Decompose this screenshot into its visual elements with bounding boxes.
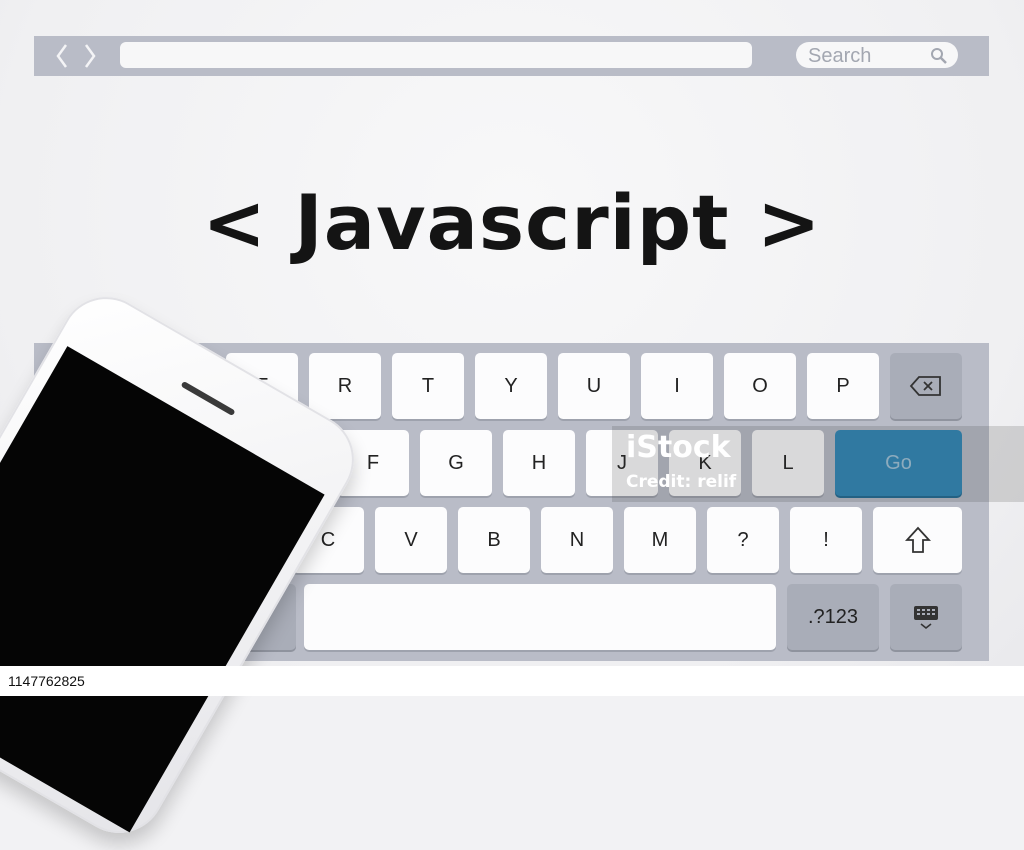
shift-key[interactable] [873,507,962,573]
key-u[interactable]: U [558,353,630,419]
nav-arrows [56,44,96,68]
key-m[interactable]: M [624,507,696,573]
chevron-left-icon[interactable] [56,44,68,68]
key-p[interactable]: P [807,353,879,419]
watermark-logo: iStock [626,430,731,465]
browser-toolbar: Search [34,36,989,76]
space-bar[interactable] [304,584,776,650]
key-question[interactable]: ? [707,507,779,573]
key-i[interactable]: I [641,353,713,419]
image-id-label: 1147762825 [0,666,93,696]
numbers-key[interactable]: .?123 [787,584,879,650]
key-y[interactable]: Y [475,353,547,419]
keyboard-hide-icon [914,606,938,630]
key-g[interactable]: G [420,430,492,496]
key-r[interactable]: R [309,353,381,419]
key-v[interactable]: V [375,507,447,573]
phone-screen [0,346,325,833]
key-o[interactable]: O [724,353,796,419]
hide-keyboard-key[interactable] [890,584,962,650]
phone-speaker [180,380,236,417]
key-h[interactable]: H [503,430,575,496]
search-placeholder: Search [808,45,872,67]
watermark-credit: Credit: relif [626,472,737,492]
key-n[interactable]: N [541,507,613,573]
watermark: iStock Credit: relif [612,426,1024,502]
key-b[interactable]: B [458,507,530,573]
backspace-key[interactable] [890,353,962,419]
search-icon[interactable] [930,47,948,65]
footer-strip [0,666,1024,696]
shift-icon [904,526,931,553]
key-exclamation[interactable]: ! [790,507,862,573]
search-field[interactable]: Search [796,42,958,68]
page-headline: < Javascript > [202,178,822,267]
chevron-right-icon[interactable] [84,44,96,68]
key-t[interactable]: T [392,353,464,419]
backspace-icon [909,376,941,396]
address-field[interactable] [120,42,752,68]
